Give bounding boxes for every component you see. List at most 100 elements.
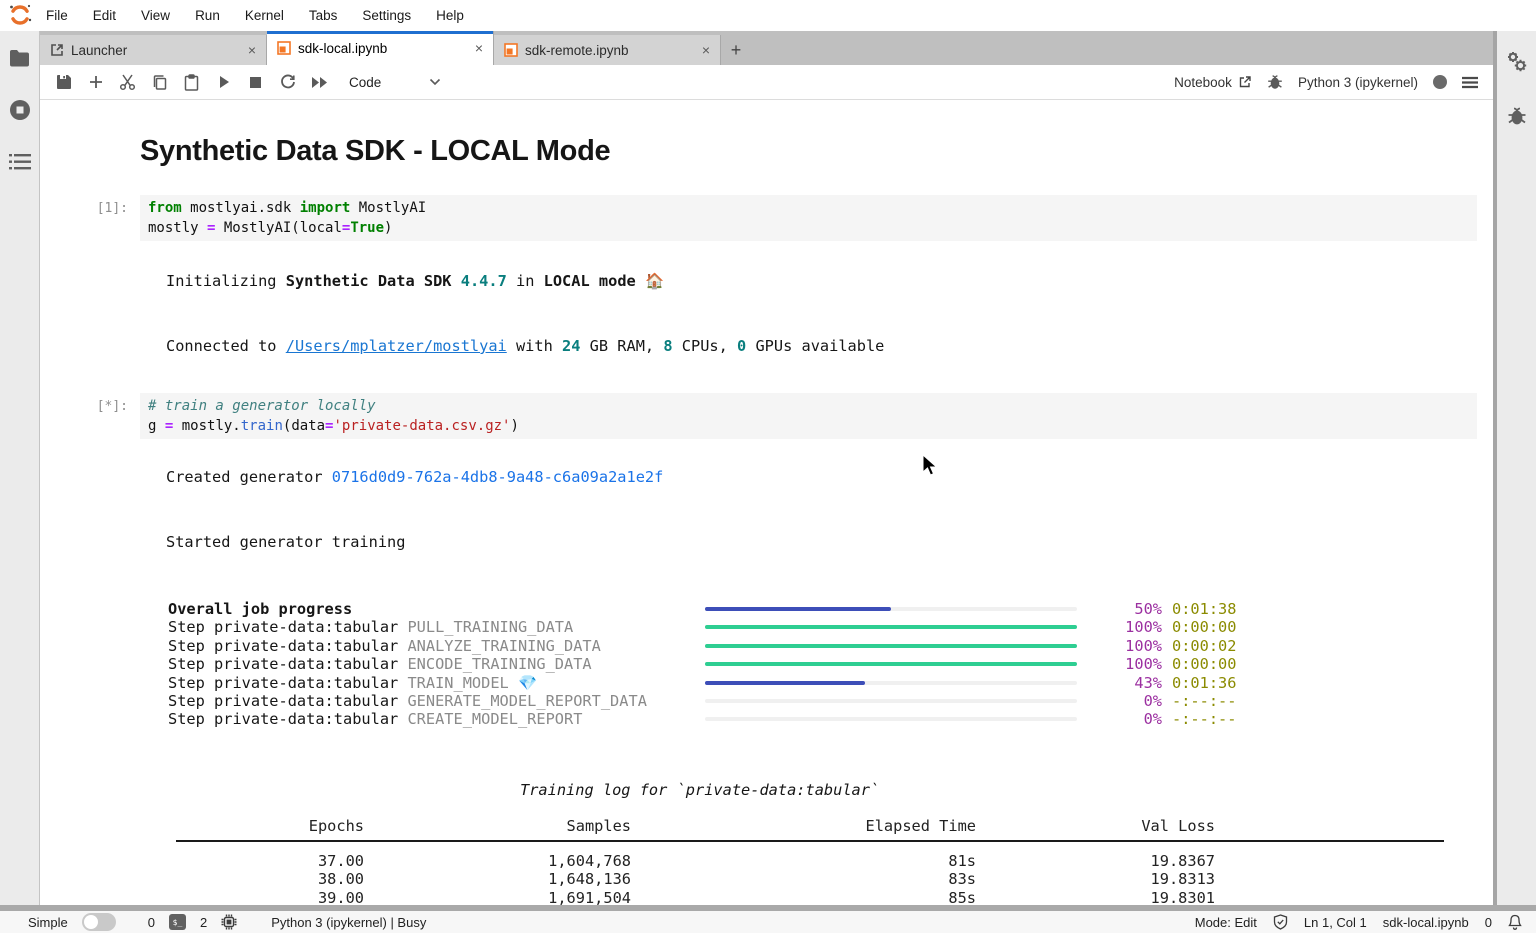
save-icon-button[interactable] [50,69,77,96]
run-icon-button[interactable] [210,69,237,96]
menu-item-edit[interactable]: Edit [93,8,116,23]
table-cell: 81s [631,852,976,870]
cell-prompt: [*]: [40,399,128,414]
copy-icon-button[interactable] [146,69,173,96]
jupyterlab-window: File Edit View Run Kernel Tabs Settings Help [0,0,1536,933]
menu-item-help[interactable]: Help [436,8,464,23]
code-line[interactable]: g = mostly.train(data='private-data.csv.… [148,416,1469,436]
toolbar-menu-icon[interactable] [1462,76,1478,89]
table-row: 39.001,691,50485s19.8301 [176,889,1444,905]
progress-row: Step private-data:tabular ANALYZE_TRAINI… [40,637,1494,655]
active-file-name: sdk-local.ipynb [1383,915,1469,930]
tab-label: sdk-remote.ipynb [525,43,629,58]
table-header-row: EpochsSamplesElapsed TimeVal Loss [176,817,1444,835]
column-header: Elapsed Time [631,817,976,835]
bell-icon[interactable] [1508,914,1522,930]
cursor-position[interactable]: Ln 1, Col 1 [1304,915,1367,930]
output-text: GB RAM, [580,337,663,355]
terminals-count[interactable]: 0 [148,915,155,930]
tab-launcher[interactable]: Launcher × [40,35,267,65]
progress-percent: 50% [1080,600,1162,618]
progress-time: 0:00:02 [1172,637,1236,655]
progress-step-name: ENCODE_TRAINING_DATA [407,655,591,673]
progress-bar [705,662,1077,666]
progress-percent: 100% [1080,637,1162,655]
code-line[interactable]: mostly = MostlyAI(local=True) [148,218,1469,238]
progress-bar [705,699,1077,703]
progress-step-name: ANALYZE_TRAINING_DATA [407,637,600,655]
menu-item-view[interactable]: View [141,8,170,23]
tab-close-icon[interactable]: × [475,40,483,56]
tab-sdk-local[interactable]: sdk-local.ipynb × [267,31,494,65]
code-cell-input[interactable]: # train a generator locallyg = mostly.tr… [140,393,1477,439]
output-link[interactable]: /Users/mplatzer/mostlyai [286,337,507,355]
insert-cell-icon-button[interactable] [82,69,109,96]
debugger-toggle-icon[interactable] [1267,74,1283,90]
code-line[interactable]: # train a generator locally [148,396,1469,416]
kernels-count[interactable]: 2 [200,915,207,930]
progress-step-name: PULL_TRAINING_DATA [407,618,573,636]
menu-item-settings[interactable]: Settings [362,8,411,23]
progress-percent: 43% [1080,674,1162,692]
panel-divider[interactable] [1493,31,1497,905]
progress-label: Step private-data:tabular CREATE_MODEL_R… [168,710,582,728]
paste-icon-button[interactable] [178,69,205,96]
table-cell: 85s [631,889,976,905]
tab-close-icon[interactable]: × [702,42,710,58]
progress-label: Step private-data:tabular GENERATE_MODEL… [168,692,647,710]
progress-row: Step private-data:tabular CREATE_MODEL_R… [40,710,1494,728]
menu-bar: File Edit View Run Kernel Tabs Settings Help [0,0,1536,30]
debugger-icon[interactable] [1506,105,1528,127]
cell-type-dropdown[interactable]: Code [349,75,441,90]
progress-time: 0:01:36 [1172,674,1236,692]
restart-run-all-icon-button[interactable] [306,69,333,96]
menu-item-kernel[interactable]: Kernel [245,8,284,23]
progress-time: -:--:-- [1172,692,1236,710]
cut-icon-button[interactable] [114,69,141,96]
notebook-icon [504,43,518,57]
cell-output: Connected to /Users/mplatzer/mostlyai wi… [166,337,884,355]
progress-row: Step private-data:tabular PULL_TRAINING_… [40,618,1494,636]
code-line[interactable]: from mostlyai.sdk import MostlyAI [148,198,1469,218]
property-inspector-icon[interactable] [1506,51,1528,73]
mode-indicator[interactable]: Mode: Edit [1195,915,1257,930]
stop-icon-button[interactable] [242,69,269,96]
notebook-external-button[interactable]: Notebook [1174,75,1252,90]
cell-prompt: [1]: [40,201,128,216]
menu-item-run[interactable]: Run [195,8,220,23]
output-text: 8 [663,337,672,355]
progress-percent: 100% [1080,655,1162,673]
table-row: 38.001,648,13683s19.8313 [176,870,1444,888]
table-header-separator [176,840,1444,842]
trust-shield-icon [1273,914,1288,930]
code-cell-input[interactable]: from mostlyai.sdk import MostlyAImostly … [140,195,1477,241]
tab-sdk-remote[interactable]: sdk-remote.ipynb × [494,35,721,65]
simple-mode-toggle[interactable] [82,913,116,931]
column-header: Samples [364,817,631,835]
new-tab-button[interactable]: + [721,35,751,65]
kernel-name-button[interactable]: Python 3 (ipykernel) [1298,75,1418,90]
file-browser-icon[interactable] [9,47,31,69]
notebook-icon [277,41,291,55]
table-cell: 38.00 [176,870,364,888]
running-sessions-icon[interactable] [9,99,31,121]
table-row: 37.001,604,76881s19.8367 [176,852,1444,870]
table-of-contents-icon[interactable] [9,151,31,173]
kernel-status-text[interactable]: Python 3 (ipykernel) | Busy [271,915,426,930]
menu-item-tabs[interactable]: Tabs [309,8,338,23]
output-text: 0 [737,337,746,355]
table-cell: 39.00 [176,889,364,905]
progress-bar [705,607,1077,611]
restart-kernel-icon-button[interactable] [274,69,301,96]
left-activity-bar [0,31,40,905]
training-log-title: Training log for `private-data:tabular` [520,781,879,799]
tab-close-icon[interactable]: × [248,42,256,58]
job-progress-output: Overall job progress50%0:01:38Step priva… [40,600,1494,729]
menu-item-file[interactable]: File [46,8,68,23]
notebook-toolbar: Code Notebook Python 3 (ipykernel) [40,65,1494,100]
progress-step-name: TRAIN_MODEL 💎 [407,674,537,692]
launcher-icon [50,43,64,57]
cell-output: Initializing Synthetic Data SDK 4.4.7 in… [166,272,664,290]
notifications-count[interactable]: 0 [1485,915,1492,930]
cell-output: Created generator 0716d0d9-762a-4db8-9a4… [166,468,663,486]
